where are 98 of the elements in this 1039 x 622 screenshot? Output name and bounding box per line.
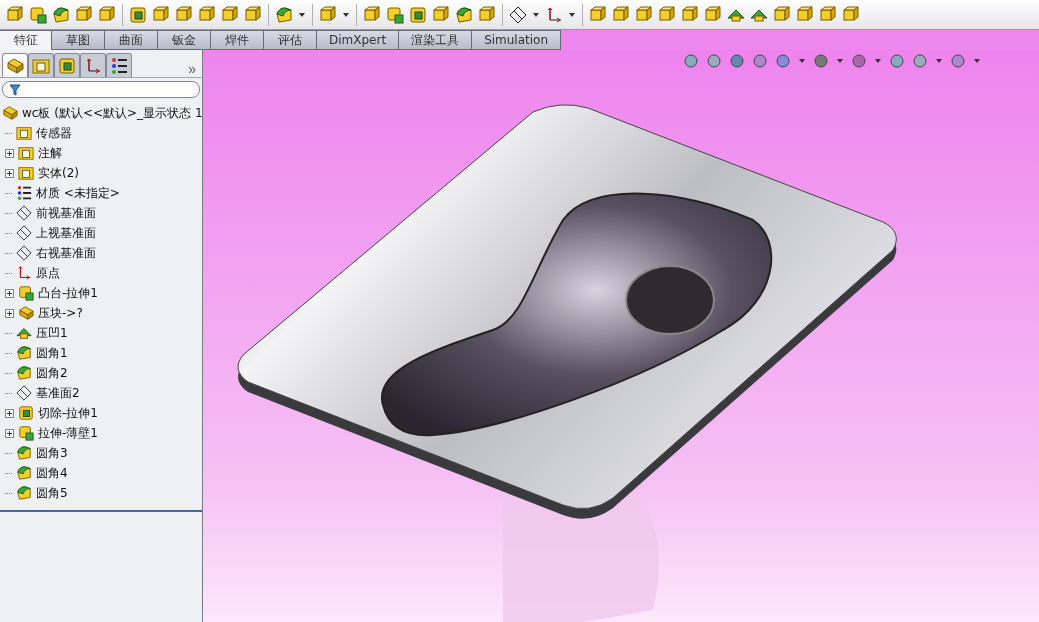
- part-icon: [18, 305, 34, 321]
- tree-item-label[interactable]: 圆角3: [36, 444, 68, 462]
- feature-tool-icon: [244, 5, 262, 24]
- feature-tool-icon: [98, 5, 116, 24]
- tree-item-label[interactable]: 实体(2): [38, 164, 79, 182]
- expand-toggle-icon[interactable]: [5, 308, 14, 318]
- feature-tool-icon: [455, 5, 473, 24]
- feature-tool-icon: [175, 5, 193, 24]
- feature-tool-icon: [589, 5, 607, 24]
- command-tab[interactable]: 草图: [52, 30, 105, 50]
- expand-toggle-icon[interactable]: [5, 408, 14, 418]
- fillet-feature-icon: [16, 345, 32, 361]
- feature-tool-icon: [681, 5, 699, 24]
- caret-icon[interactable]: [837, 59, 843, 63]
- fillet-feature-icon: [16, 365, 32, 381]
- tree-item-label[interactable]: 注解: [38, 144, 62, 162]
- feature-tool-icon: [773, 5, 791, 24]
- plane-icon: [16, 225, 32, 241]
- caret-icon[interactable]: [875, 59, 881, 63]
- feature-tool-icon: [842, 5, 860, 24]
- feature-tool-icon: [152, 5, 170, 24]
- tree-item-label[interactable]: 传感器: [36, 124, 72, 142]
- plane-icon: [16, 205, 32, 221]
- feature-tool-icon: [275, 5, 293, 24]
- feature-tool-icon: [478, 5, 496, 24]
- feature-tool-icon: [129, 5, 147, 24]
- expand-toggle-icon[interactable]: [5, 148, 14, 158]
- feature-tool-icon: [221, 5, 239, 24]
- feature-tool-icon: [612, 5, 630, 24]
- tree-item-label[interactable]: 基准面2: [36, 384, 80, 402]
- fillet-feature-icon: [16, 485, 32, 501]
- part-icon: [2, 105, 18, 121]
- feature-tool-icon: [658, 5, 676, 24]
- command-tab[interactable]: 曲面: [105, 30, 158, 50]
- tree-item-label[interactable]: 圆角1: [36, 344, 68, 362]
- tree-item-label[interactable]: 拉伸-薄壁1: [38, 424, 98, 442]
- plane-icon: [16, 385, 32, 401]
- feature-tool-icon: [704, 5, 722, 24]
- command-tab[interactable]: 渲染工具: [399, 30, 473, 50]
- feature-tool-icon: [198, 5, 216, 24]
- tree-item-label[interactable]: 材质 <未指定>: [36, 184, 120, 202]
- cut-feature-icon: [18, 405, 34, 421]
- material-icon: [16, 185, 32, 201]
- feature-tool-icon: [386, 5, 404, 24]
- feature-tool-icon: [363, 5, 381, 24]
- tree-item-label[interactable]: 切除-拉伸1: [38, 404, 98, 422]
- feature-tool-icon: [319, 5, 337, 24]
- feature-tool-icon: [29, 5, 47, 24]
- feature-tool-icon: [509, 5, 527, 24]
- tree-item-label[interactable]: 压凹1: [36, 324, 68, 342]
- tree-item-label[interactable]: 压块->?: [38, 304, 83, 322]
- fillet-feature-icon: [16, 465, 32, 481]
- command-tab[interactable]: 焊件: [211, 30, 264, 50]
- panel-tab[interactable]: [2, 53, 28, 77]
- feature-tool-icon: [432, 5, 450, 24]
- extrude-feature-icon: [18, 285, 34, 301]
- panel-tab[interactable]: [54, 53, 80, 77]
- feature-tool-icon: [796, 5, 814, 24]
- caret-icon[interactable]: [799, 59, 805, 63]
- tree-item-label[interactable]: 原点: [36, 264, 60, 282]
- feature-tool-icon: [75, 5, 93, 24]
- feature-tool-icon: [6, 5, 24, 24]
- origin-icon: [16, 265, 32, 281]
- tree-item-label[interactable]: 前视基准面: [36, 204, 96, 222]
- caret-icon[interactable]: [343, 12, 349, 17]
- expand-toggle-icon[interactable]: [5, 428, 14, 438]
- feature-tool-icon: [52, 5, 70, 24]
- feature-tree-icon: [6, 56, 24, 75]
- command-tab[interactable]: 评估: [264, 30, 317, 50]
- feature-tool-icon: [635, 5, 653, 24]
- expand-toggle-icon[interactable]: [5, 168, 14, 178]
- command-tab[interactable]: Simulation: [472, 30, 562, 50]
- caret-icon[interactable]: [974, 59, 980, 63]
- expand-button[interactable]: »: [182, 61, 202, 77]
- filter-icon: [9, 83, 21, 96]
- command-tab[interactable]: 钣金: [158, 30, 211, 50]
- feature-tool-icon: [819, 5, 837, 24]
- panel-tab[interactable]: [106, 53, 132, 77]
- caret-icon[interactable]: [936, 59, 942, 63]
- extrude-feature-icon: [18, 425, 34, 441]
- tree-item-label[interactable]: 圆角2: [36, 364, 68, 382]
- command-tab[interactable]: 特征: [0, 30, 52, 50]
- command-tab[interactable]: DimXpert: [317, 30, 400, 50]
- tree-item-label[interactable]: 右视基准面: [36, 244, 96, 262]
- caret-icon[interactable]: [299, 12, 305, 17]
- tree-item-label[interactable]: 圆角4: [36, 464, 68, 482]
- caret-icon[interactable]: [533, 12, 539, 17]
- tree-item-label[interactable]: 凸台-拉伸1: [38, 284, 98, 302]
- feature-tool-icon: [545, 5, 563, 24]
- tree-item-label[interactable]: 上视基准面: [36, 224, 96, 242]
- feature-tool-icon: [409, 5, 427, 24]
- tree-item-label[interactable]: wc板 (默认<<默认>_显示状态 1: [22, 104, 203, 122]
- plane-icon: [16, 245, 32, 261]
- fillet-feature-icon: [16, 445, 32, 461]
- expand-toggle-icon[interactable]: [5, 288, 14, 298]
- caret-icon[interactable]: [569, 12, 575, 17]
- filter-field[interactable]: [2, 81, 200, 98]
- tree-item-label[interactable]: 圆角5: [36, 484, 68, 502]
